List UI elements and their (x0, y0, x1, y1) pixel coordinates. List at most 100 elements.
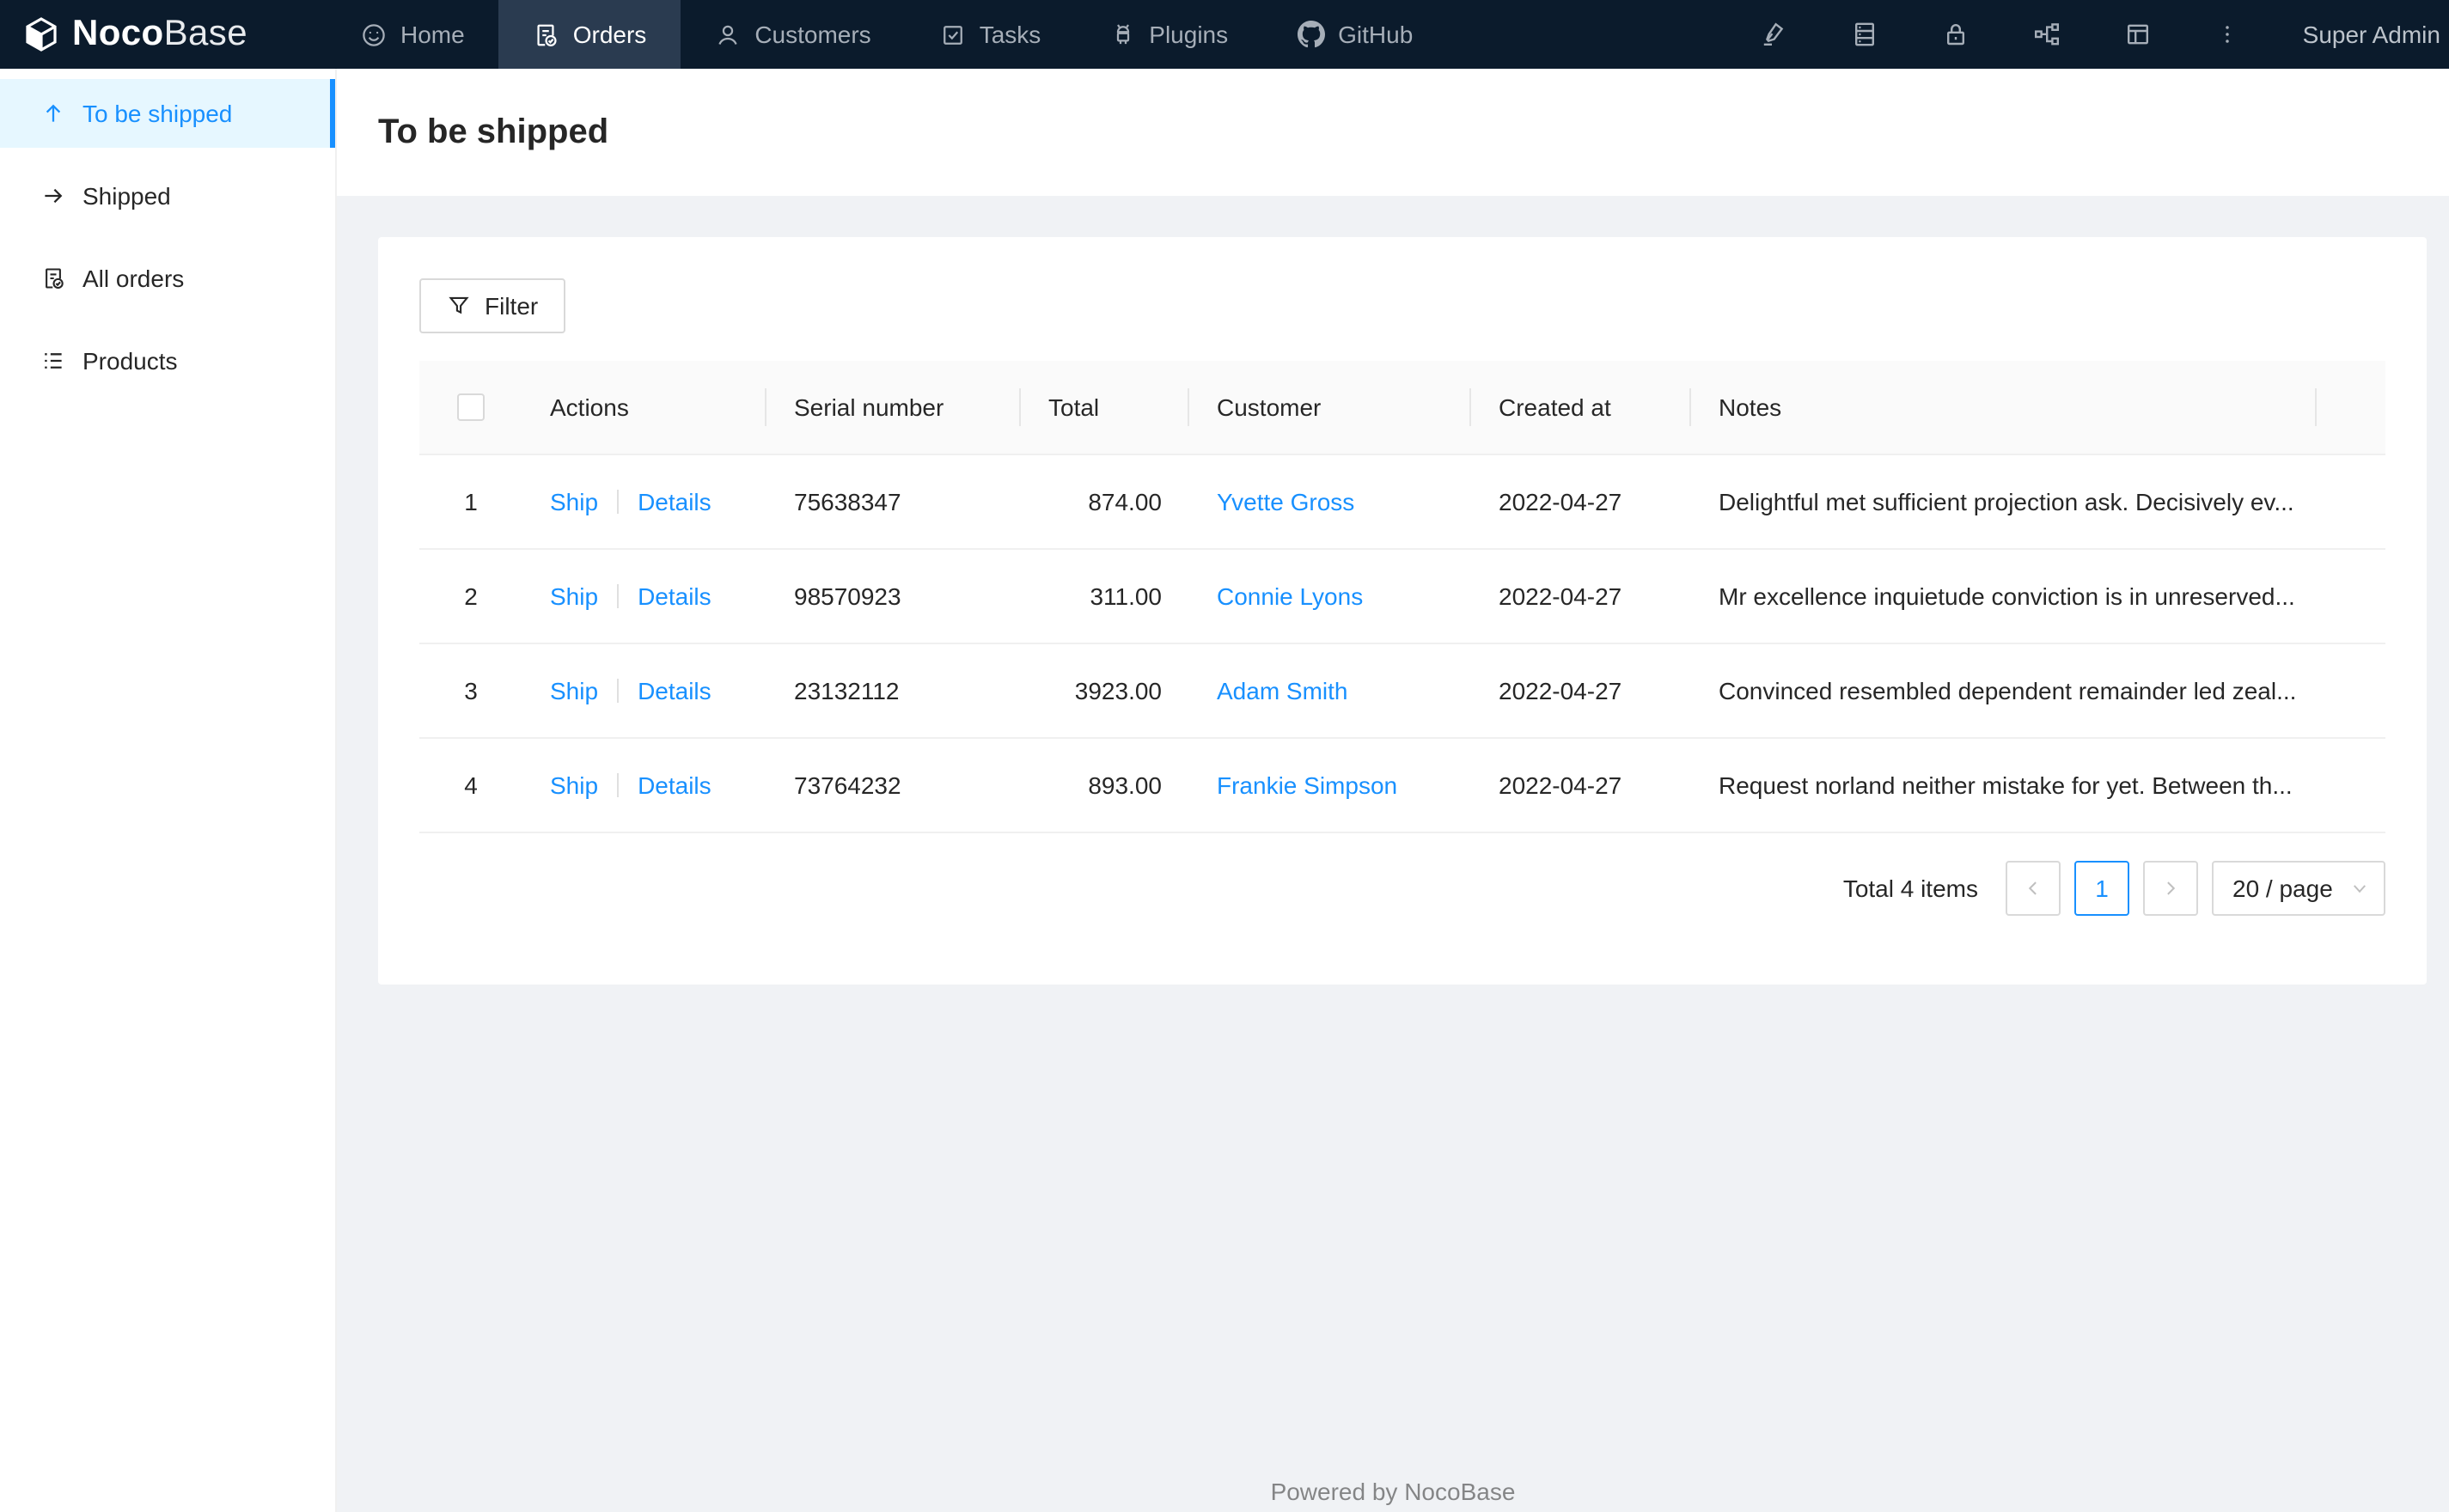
arrow-right-icon (41, 184, 65, 208)
spacer-cell (2317, 643, 2385, 738)
column-header-actions: Actions (522, 361, 766, 454)
customer-cell: Frankie Simpson (1189, 737, 1471, 832)
created-at-cell: 2022-04-27 (1471, 454, 1691, 549)
action-divider (617, 583, 620, 607)
pagination-page-1[interactable]: 1 (2074, 860, 2129, 915)
row-index: 2 (419, 548, 522, 643)
ship-link[interactable]: Ship (550, 487, 598, 515)
nav-item-github[interactable]: GitHub (1262, 0, 1447, 69)
ship-link[interactable]: Ship (550, 676, 598, 704)
column-header-total: Total (1021, 361, 1189, 454)
row-index: 4 (419, 737, 522, 832)
nav-item-customers[interactable]: Customers (681, 0, 905, 69)
serial-number-cell: 98570923 (766, 548, 1021, 643)
row-index: 1 (419, 454, 522, 549)
filter-button[interactable]: Filter (419, 278, 566, 333)
pagination-next-button[interactable] (2143, 860, 2198, 915)
serial-number-cell: 73764232 (766, 737, 1021, 832)
details-link[interactable]: Details (638, 487, 711, 515)
nav-item-orders[interactable]: Orders (498, 0, 681, 69)
nav-item-label: Plugins (1149, 21, 1229, 48)
user-icon (715, 21, 741, 47)
nav-item-plugins[interactable]: Plugins (1075, 0, 1262, 69)
details-link[interactable]: Details (638, 676, 711, 704)
customer-cell: Adam Smith (1189, 643, 1471, 738)
database-icon[interactable] (1851, 21, 1878, 48)
chevron-down-icon (2351, 879, 2368, 896)
select-all-checkbox[interactable] (457, 393, 485, 422)
created-at-cell: 2022-04-27 (1471, 643, 1691, 738)
sidebar-item-label: Products (82, 347, 178, 375)
orders-card: Filter Actions Serial number Total Custo… (378, 237, 2427, 984)
customer-link[interactable]: Frankie Simpson (1217, 771, 1397, 798)
main-content: To be shipped Filter Actions Serial numb… (337, 69, 2449, 1512)
customer-cell: Connie Lyons (1189, 548, 1471, 643)
powered-by-footer: Powered by NocoBase (1270, 1478, 1516, 1505)
sidebar-item-all-orders[interactable]: All orders (0, 244, 335, 313)
page-size-select[interactable]: 20 / page (2212, 860, 2385, 915)
table-row: 1 Ship Details 75638347 874.00 Yvette Gro… (419, 454, 2385, 549)
column-header-created-at: Created at (1471, 361, 1691, 454)
customer-link[interactable]: Adam Smith (1217, 676, 1348, 704)
nav-item-label: Home (400, 21, 465, 48)
action-divider (617, 772, 620, 796)
customer-link[interactable]: Yvette Gross (1217, 487, 1354, 515)
nocobase-logo-icon (22, 15, 60, 53)
row-actions: Ship Details (522, 454, 766, 549)
nocobase-logo[interactable]: NocoBase (0, 0, 327, 69)
sidebar-item-to-be-shipped[interactable]: To be shipped (0, 79, 335, 148)
sidebar-item-products[interactable]: Products (0, 326, 335, 395)
nav-item-tasks[interactable]: Tasks (906, 0, 1076, 69)
sidebar-item-label: All orders (82, 265, 185, 292)
notes-cell: Mr excellence inquietude conviction is i… (1691, 548, 2317, 643)
column-header-spacer (2317, 361, 2385, 454)
nav-item-label: Orders (572, 21, 647, 48)
nav-item-home[interactable]: Home (327, 0, 499, 69)
logo-text: NocoBase (72, 14, 247, 53)
table-header-row: Actions Serial number Total Customer Cre… (419, 361, 2385, 454)
sidebar-item-shipped[interactable]: Shipped (0, 162, 335, 230)
pagination-prev-button[interactable] (2006, 860, 2061, 915)
total-cell: 311.00 (1021, 548, 1189, 643)
navbar-actions: Super Admin (1760, 0, 2449, 69)
nav-item-label: Tasks (979, 21, 1041, 48)
created-at-cell: 2022-04-27 (1471, 737, 1691, 832)
sidebar-item-label: To be shipped (82, 100, 233, 127)
check-square-icon (940, 21, 966, 47)
lock-icon[interactable] (1942, 21, 1970, 48)
file-done-icon (41, 266, 65, 290)
highlighter-icon[interactable] (1760, 21, 1787, 48)
row-actions: Ship Details (522, 737, 766, 832)
sidebar: To be shipped Shipped All orders Product… (0, 69, 337, 1512)
android-icon (1109, 21, 1135, 47)
customer-link[interactable]: Connie Lyons (1217, 582, 1363, 609)
details-link[interactable]: Details (638, 582, 711, 609)
page-title: To be shipped (378, 113, 609, 150)
filter-button-label: Filter (485, 292, 539, 320)
total-cell: 893.00 (1021, 737, 1189, 832)
apartment-icon[interactable] (2033, 21, 2061, 48)
row-actions: Ship Details (522, 643, 766, 738)
customer-cell: Yvette Gross (1189, 454, 1471, 549)
layout-icon[interactable] (2124, 21, 2152, 48)
pagination-total: Total 4 items (1842, 874, 1978, 901)
ship-link[interactable]: Ship (550, 582, 598, 609)
created-at-cell: 2022-04-27 (1471, 548, 1691, 643)
user-menu[interactable]: Super Admin (2303, 21, 2440, 48)
notes-cell: Delightful met sufficient projection ask… (1691, 454, 2317, 549)
serial-number-cell: 23132112 (766, 643, 1021, 738)
orders-table: Actions Serial number Total Customer Cre… (419, 361, 2385, 832)
filter-icon (447, 294, 471, 318)
github-icon (1297, 21, 1325, 48)
table-row: 2 Ship Details 98570923 311.00 Connie Lyo… (419, 548, 2385, 643)
spacer-cell (2317, 454, 2385, 549)
row-actions: Ship Details (522, 548, 766, 643)
details-link[interactable]: Details (638, 771, 711, 798)
main-menu: Home Orders Customers Tasks Plugins GitH… (327, 0, 1447, 69)
ship-link[interactable]: Ship (550, 771, 598, 798)
kebab-menu-icon[interactable] (2215, 21, 2239, 48)
smile-icon (361, 21, 387, 47)
row-index: 3 (419, 643, 522, 738)
notes-cell: Request norland neither mistake for yet.… (1691, 737, 2317, 832)
spacer-cell (2317, 737, 2385, 832)
